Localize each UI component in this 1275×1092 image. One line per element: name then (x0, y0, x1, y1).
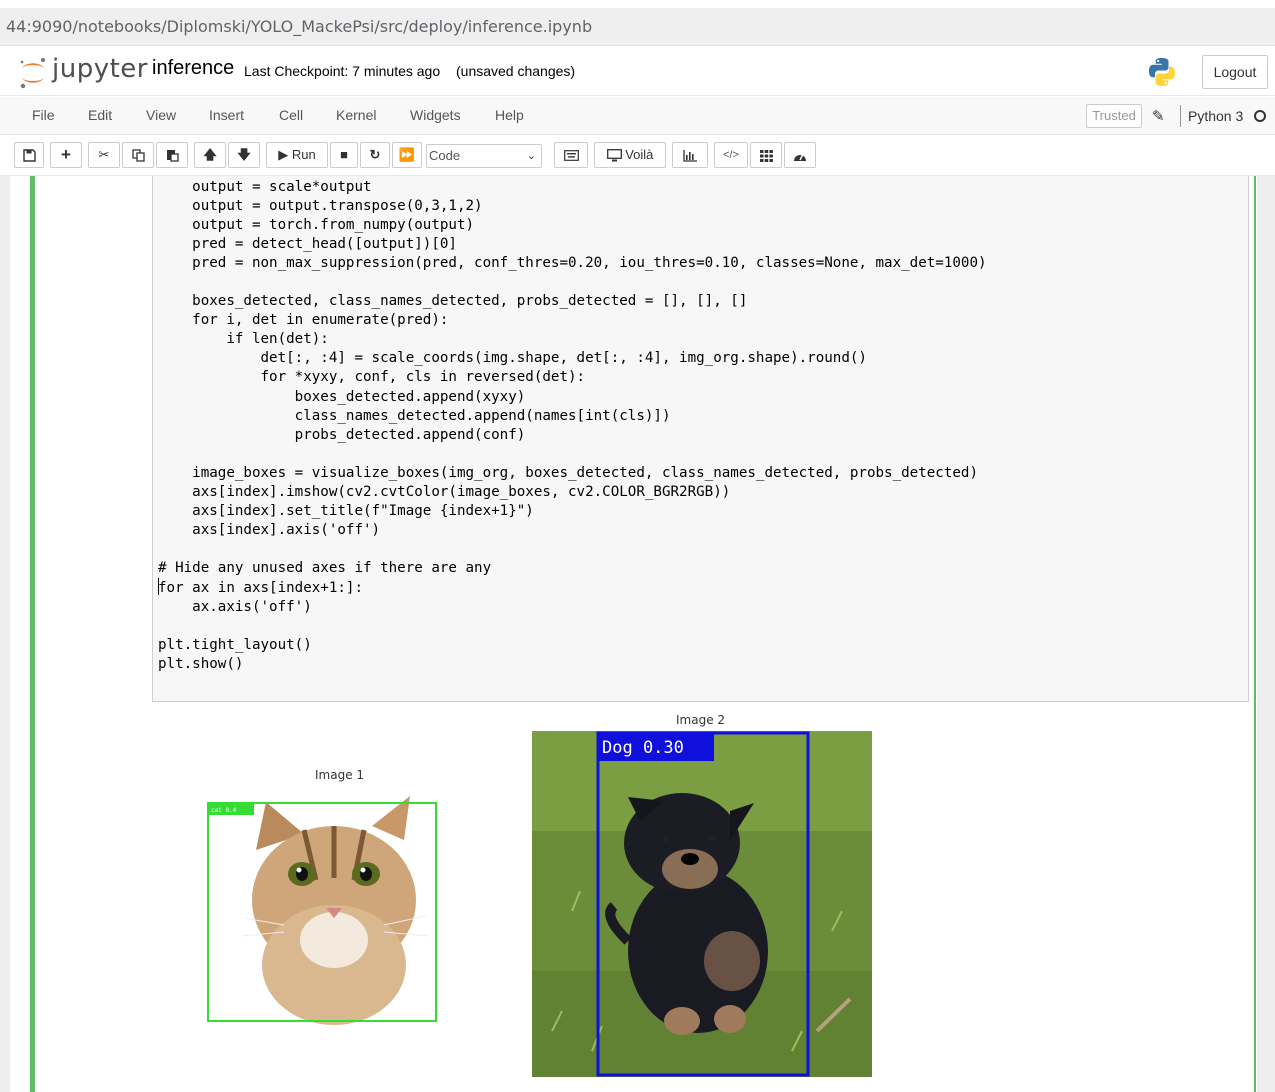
chevron-down-icon: ⌄ (526, 150, 536, 162)
kernel-separator (1180, 105, 1181, 127)
kernel-name[interactable]: Python 3 (1188, 108, 1243, 124)
code-line: axs[index].axis('off') (158, 521, 381, 538)
image2-title: Image 2 (676, 713, 726, 727)
image1-title: Image 1 (315, 768, 365, 782)
copy-button[interactable] (122, 142, 154, 168)
trusted-badge[interactable]: Trusted (1086, 104, 1142, 128)
keyboard-icon (563, 150, 579, 161)
dog-detection-label: Dog 0.30 (602, 738, 684, 758)
restart-icon: ↻ (369, 147, 381, 162)
notebook-name[interactable]: inference (152, 57, 234, 80)
play-icon: ▶ (278, 147, 289, 162)
logout-button[interactable]: Logout (1202, 55, 1268, 89)
arrow-up-icon: 🡅 (203, 147, 217, 162)
cut-icon: ✂ (98, 147, 110, 162)
chart-button[interactable] (672, 142, 708, 168)
image1-cat-output: cat 0.4 (204, 790, 440, 1026)
move-down-button[interactable]: 🡇 (228, 142, 260, 168)
svg-text:cat 0.4: cat 0.4 (211, 807, 237, 814)
chart-icon (683, 149, 697, 162)
cut-button[interactable]: ✂ (88, 142, 120, 168)
code-line: for ax in axs[index+1:]: (158, 577, 363, 596)
restart-button[interactable]: ↻ (360, 142, 390, 168)
jupyter-logo-icon[interactable] (18, 56, 48, 90)
cell-type-select[interactable]: Code ⌄ (426, 144, 542, 168)
code-line: image_boxes = visualize_boxes(img_org, b… (158, 464, 978, 481)
code-line: if len(det): (158, 331, 329, 348)
cell-edit-mode-indicator (30, 176, 35, 1092)
code-line: output = torch.from_numpy(output) (158, 217, 475, 234)
menu-widgets[interactable]: Widgets (410, 107, 461, 123)
kernel-idle-indicator-icon (1254, 110, 1266, 122)
fast-forward-icon: ⏩ (398, 147, 416, 162)
cell-type-value: Code (429, 148, 461, 163)
code-line: class_names_detected.append(names[int(cl… (158, 407, 671, 424)
menu-cell[interactable]: Cell (279, 107, 303, 123)
restart-run-all-button[interactable]: ⏩ (392, 142, 422, 168)
code-line: pred = non_max_suppression(pred, conf_th… (158, 255, 987, 272)
menu-insert[interactable]: Insert (209, 107, 244, 123)
code-line: plt.tight_layout() (158, 637, 312, 654)
command-palette-button[interactable] (554, 142, 588, 168)
code-line: output = output.transpose(0,3,1,2) (158, 198, 483, 215)
dashboard-icon (794, 153, 806, 161)
grid-icon (759, 149, 773, 162)
code-line: ax.axis('off') (158, 599, 312, 616)
edit-mode-pencil-icon: ✎ (1152, 108, 1165, 125)
move-up-button[interactable]: 🡅 (194, 142, 226, 168)
code-line: boxes_detected.append(xyxy) (158, 388, 526, 405)
save-button[interactable] (14, 142, 44, 168)
notebook-header: jupyter inference Last Checkpoint: 7 min… (0, 50, 1275, 96)
menu-help[interactable]: Help (495, 107, 524, 123)
menu-kernel[interactable]: Kernel (336, 107, 376, 123)
menu-file[interactable]: File (32, 107, 55, 123)
jupyter-logo-text[interactable]: jupyter (52, 54, 148, 84)
grid-button[interactable] (750, 142, 782, 168)
address-bar[interactable]: 44:9090/notebooks/Diplomski/YOLO_MackePs… (0, 8, 1275, 46)
code-line: pred = detect_head([output])[0] (158, 236, 457, 253)
menu-edit[interactable]: Edit (88, 107, 112, 123)
arrow-down-icon: 🡇 (237, 147, 251, 162)
code-line: for i, det in enumerate(pred): (158, 312, 449, 329)
stop-icon: ■ (340, 147, 348, 162)
voila-button[interactable]: Voilà (594, 142, 666, 168)
notebook-toolbar: + ✂ 🡅 🡇 ▶ Run ■ ↻ ⏩ Code ⌄ Voilà </> (0, 136, 1275, 176)
code-line: # Hide any unused axes if there are any (158, 559, 492, 576)
python-logo-icon (1149, 58, 1175, 86)
code-line: output = scale*output (158, 179, 372, 195)
copy-icon (131, 149, 145, 162)
code-line: axs[index].imshow(cv2.cvtColor(image_box… (158, 483, 731, 500)
run-label: Run (291, 147, 316, 162)
code-toggle-button[interactable]: </> (714, 142, 748, 168)
plus-icon: + (61, 145, 71, 164)
code-icon: </> (723, 149, 739, 161)
paste-button[interactable] (156, 142, 188, 168)
code-line: axs[index].set_title(f"Image {index+1}") (158, 502, 534, 519)
code-line: boxes_detected, class_names_detected, pr… (158, 293, 748, 310)
desktop-icon (606, 149, 622, 162)
autosave-status: (unsaved changes) (456, 63, 576, 79)
voila-label: Voilà (625, 147, 654, 162)
save-icon (22, 149, 36, 162)
image2-dog-output: Dog 0.30 (532, 731, 872, 1077)
paste-icon (166, 150, 179, 162)
code-line: det[:, :4] = scale_coords(img.shape, det… (158, 350, 867, 367)
insert-cell-button[interactable]: + (50, 142, 82, 168)
run-button[interactable]: ▶ Run (266, 142, 328, 168)
interrupt-button[interactable]: ■ (330, 142, 358, 168)
code-editor[interactable]: output = scale*output output = output.tr… (158, 178, 987, 674)
code-line: probs_detected.append(conf) (158, 426, 526, 443)
dashboard-button[interactable] (784, 142, 816, 168)
code-line: plt.show() (158, 656, 244, 673)
menu-bar: File Edit View Insert Cell Kernel Widget… (0, 97, 1275, 135)
checkpoint-status: Last Checkpoint: 7 minutes ago (244, 63, 441, 79)
cell-border-right (1254, 176, 1256, 1092)
code-line: for *xyxy, conf, cls in reversed(det): (158, 369, 586, 386)
menu-view[interactable]: View (146, 107, 176, 123)
